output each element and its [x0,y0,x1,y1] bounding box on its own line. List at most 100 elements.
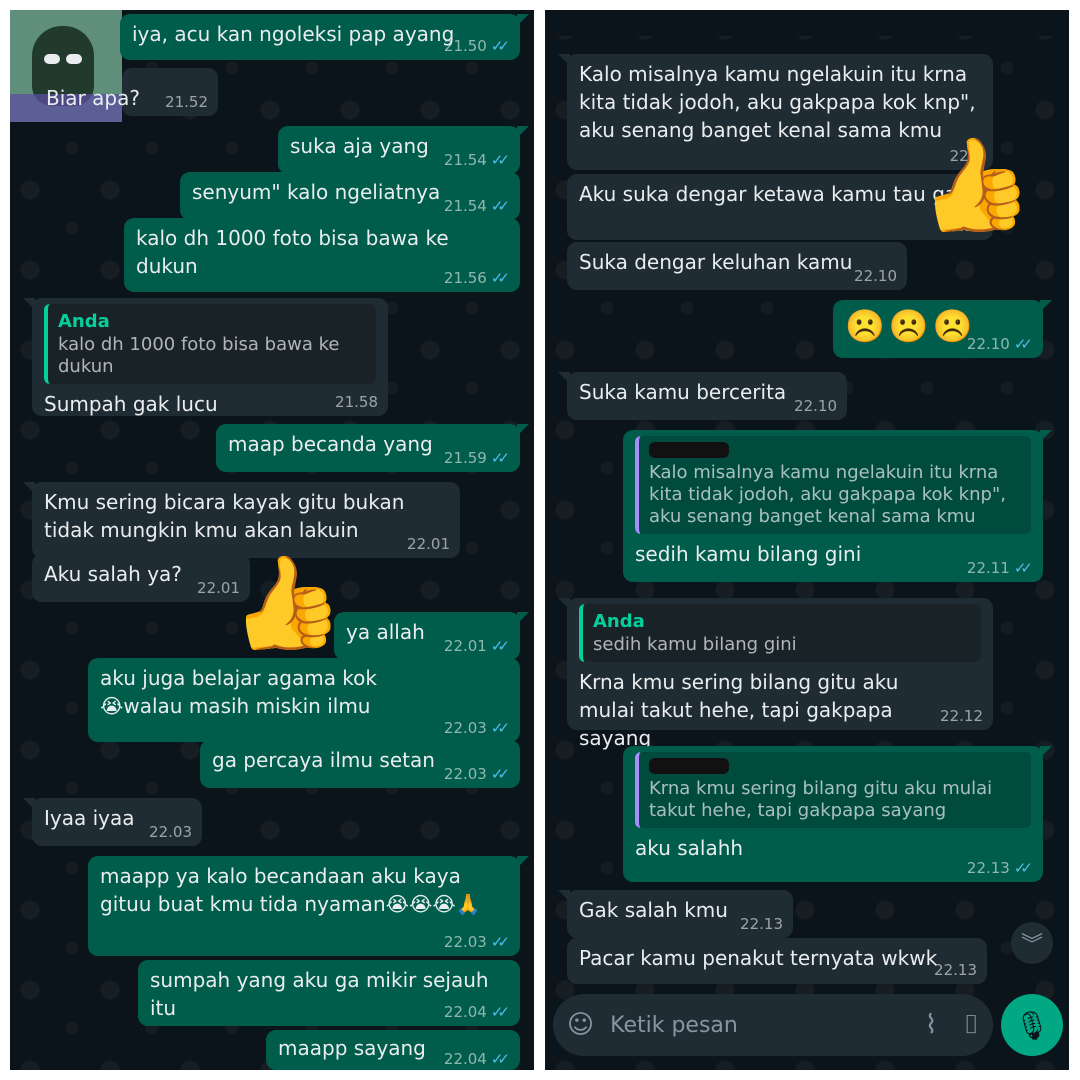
quoted-message[interactable]: Krna kmu sering bilang gitu aku mulai ta… [635,752,1031,828]
message-text: Suka dengar keluhan kamu [579,250,853,274]
message-outgoing[interactable]: iya, acu kan ngoleksi pap ayang 21.50 ✓✓ [120,14,529,60]
message-time: 22.01 [443,637,487,655]
quoted-message[interactable]: Anda sedih kamu bilang gini [579,604,981,662]
message-input-placeholder[interactable]: Ketik pesan [610,1013,925,1038]
message-meta: 22.10 [794,397,837,415]
message-time: 21.54 [443,151,487,169]
read-ticks-icon: ✓✓ [490,765,510,783]
message-outgoing[interactable]: maap becanda yang 21.59 ✓✓ [216,424,529,472]
message-meta: 22.04 ✓✓ [444,1050,510,1068]
message-meta: 22.13 [934,961,977,979]
message-outgoing[interactable]: ya allah 22.01 ✓✓ [334,612,529,660]
thumbs-up-icon: 👍 [221,542,350,665]
sticker-eye [66,54,82,64]
message-meta: 21.54 ✓✓ [444,197,510,215]
message-text: maapp ya kalo becandaan aku kaya gituu b… [100,864,481,916]
message-time: 22.01 [407,535,450,553]
message-meta: 22.10 ✓✓ [967,335,1033,353]
read-ticks-icon: ✓✓ [490,719,510,737]
message-outgoing[interactable]: aku juga belajar agama kok😭walau masih m… [88,658,520,742]
microphone-icon[interactable]: 🎙 [1001,994,1063,1056]
quote-text: Kalo misalnya kamu ngelakuin itu krna ki… [649,462,1006,527]
message-text: iya, acu kan ngoleksi pap ayang [132,22,455,46]
quote-text: sedih kamu bilang gini [593,634,797,655]
chat-panel-right: Kalo misalnya kamu ngelakuin itu krna ki… [545,10,1069,1070]
message-text: ga percaya ilmu setan [212,748,435,772]
message-outgoing[interactable]: suka aja yang 21.54 ✓✓ [278,126,529,174]
message-incoming[interactable]: Kmu sering bicara kayak gitu bukan tidak… [23,482,460,558]
read-ticks-icon: ✓✓ [1013,335,1033,353]
message-outgoing[interactable]: senyum" kalo ngeliatnya 21.54 ✓✓ [180,172,520,220]
message-outgoing-emoji[interactable]: ☹️☹️☹️ 22.10 ✓✓ [833,300,1052,358]
quoted-message[interactable]: Anda kalo dh 1000 foto bisa bawa ke duku… [44,304,376,384]
read-ticks-icon: ✓✓ [1013,859,1033,877]
message-time: 22.10 [966,335,1010,353]
message-incoming[interactable]: Suka dengar keluhan kamu 22.10 [567,242,907,290]
message-text: sedih kamu bilang gini [635,542,862,566]
message-text: maap becanda yang [228,432,433,456]
redacted-author [649,758,729,774]
message-meta: 21.52 [165,93,208,111]
message-text: Pacar kamu penakut ternyata wkwk [579,946,938,970]
message-incoming[interactable]: Gak salah kmu 22.13 [558,890,793,938]
message-text: senyum" kalo ngeliatnya [192,180,441,204]
message-time: 22.03 [149,823,192,841]
message-text: ya allah [346,620,425,644]
message-incoming[interactable]: Aku salah ya? 22.01 [32,554,250,602]
message-text: Suka kamu bercerita [579,380,787,404]
message-outgoing[interactable]: sumpah yang aku ga mikir sejauh itu 22.0… [138,960,520,1026]
message-incoming-reply[interactable]: Anda sedih kamu bilang gini Krna kmu ser… [558,598,993,750]
sticker-icon[interactable]: ☺ [567,1010,594,1040]
read-ticks-icon: ✓✓ [490,449,510,467]
message-incoming[interactable]: Pacar kamu penakut ternyata wkwk 22.13 [567,938,987,984]
read-ticks-icon: ✓✓ [1013,559,1033,577]
message-time: 21.56 [443,269,487,287]
read-ticks-icon: ✓✓ [490,151,510,169]
quoted-message[interactable]: Kalo misalnya kamu ngelakuin itu krna ki… [635,436,1031,534]
message-text: Krna kmu sering bilang gitu aku mulai ta… [579,670,899,750]
message-text: maapp sayang [278,1036,426,1060]
message-outgoing-reply[interactable]: Krna kmu sering bilang gitu aku mulai ta… [623,746,1052,882]
message-text: aku juga belajar agama kok😭walau masih m… [100,666,377,718]
quote-text: kalo dh 1000 foto bisa bawa ke dukun [58,334,340,377]
message-composer[interactable]: ☺ Ketik pesan ⌇ ⌷ [553,994,993,1056]
message-outgoing[interactable]: ga percaya ilmu setan 22.03 ✓✓ [200,740,520,788]
message-meta: 21.58 [335,393,378,411]
message-meta: 21.59 ✓✓ [444,449,510,467]
message-meta: 22.13 ✓✓ [967,859,1033,877]
message-text: Gak salah kmu [579,898,728,922]
read-ticks-icon: ✓✓ [490,1003,510,1021]
message-time: 22.13 [740,915,783,933]
scroll-down-icon[interactable]: ︾ [1011,922,1053,964]
message-outgoing[interactable]: maapp ya kalo becandaan aku kaya gituu b… [88,856,529,956]
message-time: 22.03 [443,719,487,737]
camera-icon[interactable]: ⌷ [963,1010,979,1041]
message-meta: 22.03 ✓✓ [444,719,510,737]
read-ticks-icon: ✓✓ [490,933,510,951]
message-incoming[interactable]: Suka kamu bercerita 22.10 [558,372,847,420]
message-meta: 22.04 ✓✓ [444,1003,510,1021]
message-outgoing-reply[interactable]: Kalo misalnya kamu ngelakuin itu krna ki… [623,430,1052,582]
message-text: kalo dh 1000 foto bisa bawa ke dukun [136,226,449,278]
message-time: 22.04 [443,1003,487,1021]
message-incoming[interactable]: Iyaa iyaa 22.03 [23,798,202,846]
message-time: 21.58 [335,393,378,411]
quote-text: Krna kmu sering bilang gitu aku mulai ta… [649,778,993,821]
quote-author: Anda [58,311,110,332]
message-text: Aku salah ya? [44,562,182,586]
thumbs-up-icon: 👍 [910,124,1039,247]
read-ticks-icon: ✓✓ [490,37,510,55]
message-time: 21.59 [443,449,487,467]
message-outgoing[interactable]: maapp sayang 22.04 ✓✓ [266,1030,520,1070]
message-text: suka aja yang [290,134,429,158]
message-outgoing[interactable]: kalo dh 1000 foto bisa bawa ke dukun 21.… [124,218,520,292]
message-time: 21.50 [443,37,487,55]
message-emoji: ☹️☹️☹️ [845,307,977,345]
message-incoming-reply[interactable]: Anda kalo dh 1000 foto bisa bawa ke duku… [23,298,388,416]
message-text: Sumpah gak lucu [44,392,218,416]
paperclip-icon[interactable]: ⌇ [925,1010,938,1040]
message-meta: 22.01 ✓✓ [444,637,510,655]
message-text: sumpah yang aku ga mikir sejauh itu [150,968,489,1020]
message-meta: 22.01 [407,535,450,553]
header-stub [545,10,1069,36]
